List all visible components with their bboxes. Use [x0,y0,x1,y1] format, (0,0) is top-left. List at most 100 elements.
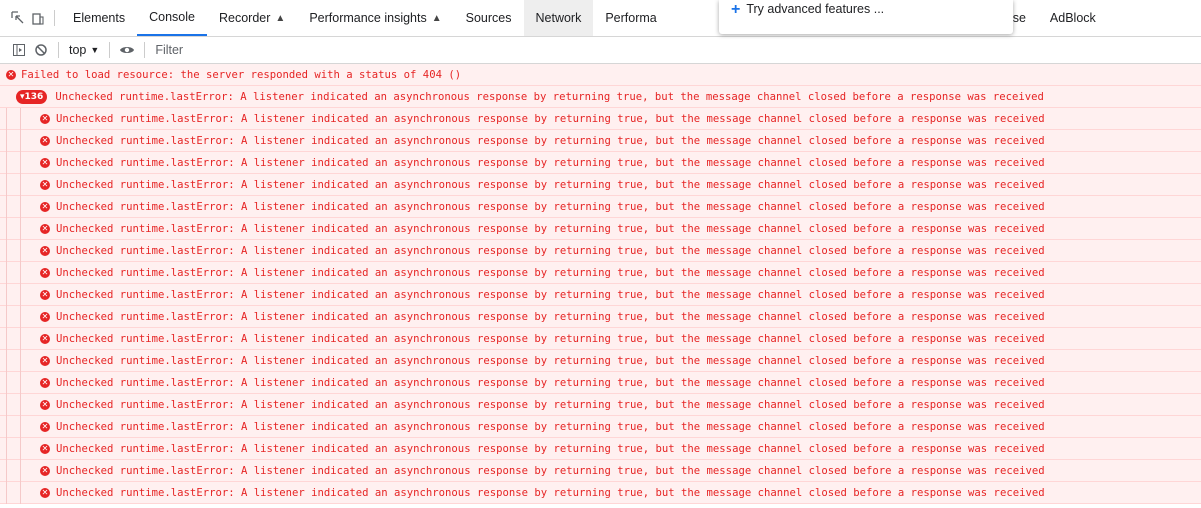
tab-label: Recorder [218,11,271,25]
error-message: Unchecked runtime.lastError: A listener … [56,134,1045,147]
error-icon: ✕ [40,223,50,234]
console-error-row: ✕ Unchecked runtime.lastError: A listener… [0,349,1201,372]
divider [58,42,59,58]
error-icon: ✕ [40,245,50,256]
error-message: Unchecked runtime.lastError: A listener … [56,464,1045,477]
error-message: Unchecked runtime.lastError: A listener … [56,112,1045,125]
devtools-tab-bar: Elements Console Recorder ▲ Performance insi… [0,0,1201,37]
group-indent [0,107,40,130]
more-tools-popup[interactable]: + Try advanced features ... [719,0,1013,34]
group-indent [0,437,40,460]
tab-console[interactable]: Console [137,0,207,36]
error-message: Unchecked runtime.lastError: A listener … [56,178,1045,191]
console-error-row: ✕ Unchecked runtime.lastError: A listener… [0,459,1201,482]
tab-network[interactable]: Network [523,0,594,36]
console-messages: ✕ Failed to load resource: the server re… [0,64,1201,508]
group-indent [0,459,40,482]
error-icon: ✕ [40,465,50,476]
console-error-group[interactable]: ▾136 Unchecked runtime.lastError: A list… [0,86,1201,108]
tab-performance-insights[interactable]: Performance insights ▲ [297,0,453,36]
eye-icon[interactable] [116,39,138,61]
error-icon: ✕ [40,289,50,300]
group-indent [0,393,40,416]
tab-label: Performance insights [309,11,427,25]
error-icon: ✕ [40,311,50,322]
tab-recorder[interactable]: Recorder ▲ [207,0,297,36]
tab-label: Elements [73,11,126,25]
device-toolbar-icon[interactable] [28,8,48,28]
group-indent [0,261,40,284]
error-icon: ✕ [6,69,16,80]
group-indent [0,173,40,196]
group-indent [0,305,40,328]
error-icon: ✕ [40,135,50,146]
error-message: Failed to load resource: the server resp… [21,68,462,81]
error-message: Unchecked runtime.lastError: A listener … [56,332,1045,345]
error-icon: ✕ [40,487,50,498]
experiment-flask-icon: ▲ [275,12,286,24]
console-error-row: ✕ Unchecked runtime.lastError: A listener… [0,151,1201,174]
tab-performa[interactable]: Performa [593,0,656,36]
console-error-row: ✕ Unchecked runtime.lastError: A listener… [0,129,1201,152]
group-indent [0,129,40,152]
experiment-flask-icon: ▲ [431,12,442,24]
filter-input[interactable] [151,43,460,57]
console-error-row: ✕ Unchecked runtime.lastError: A listener… [0,239,1201,262]
error-icon: ✕ [40,443,50,454]
console-error-row: ✕ Unchecked runtime.lastError: A listener… [0,415,1201,438]
group-indent [0,239,40,262]
group-indent [0,371,40,394]
console-error-row: ✕ Unchecked runtime.lastError: A listener… [0,437,1201,460]
console-error-row: ✕ Unchecked runtime.lastError: A listener… [0,217,1201,240]
console-error-row: ✕ Unchecked runtime.lastError: A listener… [0,481,1201,504]
clear-console-icon[interactable] [30,39,52,61]
error-icon: ✕ [40,267,50,278]
group-indent [0,349,40,372]
plus-icon: + [731,1,741,18]
console-error-row: ✕ Failed to load resource: the server re… [0,64,1201,86]
error-message: Unchecked runtime.lastError: A listener … [56,310,1045,323]
tab-adblock[interactable]: AdBlock [1038,0,1108,36]
error-icon: ✕ [40,399,50,410]
group-indent [0,481,40,504]
repeat-count-badge[interactable]: ▾136 [16,89,48,104]
console-error-row: ✕ Unchecked runtime.lastError: A listener… [0,261,1201,284]
console-error-row: ✕ Unchecked runtime.lastError: A listener… [0,327,1201,350]
tab-label: Sources [465,11,512,25]
error-message: Unchecked runtime.lastError: A listener … [56,200,1045,213]
error-message: Unchecked runtime.lastError: A listener … [56,288,1045,301]
console-error-row: ✕ Unchecked runtime.lastError: A listener… [0,107,1201,130]
error-icon: ✕ [40,421,50,432]
tab-label: AdBlock [1049,11,1096,25]
error-icon: ✕ [40,201,50,212]
error-message: Unchecked runtime.lastError: A listener … [56,156,1045,169]
error-message: Unchecked runtime.lastError: A listener … [56,376,1045,389]
error-message: Unchecked runtime.lastError: A listener … [56,222,1045,235]
error-icon: ✕ [40,157,50,168]
error-message: Unchecked runtime.lastError: A listener … [55,90,1044,103]
console-error-row: ✕ Unchecked runtime.lastError: A listener… [0,305,1201,328]
error-message: Unchecked runtime.lastError: A listener … [56,354,1045,367]
caret-down-icon: ▼ [90,45,100,55]
console-error-row: ✕ Unchecked runtime.lastError: A listener… [0,371,1201,394]
group-children: ✕ Unchecked runtime.lastError: A listener… [0,107,1201,504]
popup-label: Try advanced features ... [746,2,885,16]
console-error-row: ✕ Unchecked runtime.lastError: A listener… [0,173,1201,196]
error-icon: ✕ [40,179,50,190]
group-indent [0,415,40,438]
error-message: Unchecked runtime.lastError: A listener … [56,486,1045,499]
sidebar-toggle-icon[interactable] [8,39,30,61]
inspect-element-icon[interactable] [8,8,28,28]
console-toolbar: top ▼ [0,37,1201,64]
tab-sources[interactable]: Sources [454,0,524,36]
tab-elements[interactable]: Elements [61,0,137,36]
context-label: top [69,43,87,57]
group-indent [0,327,40,350]
group-indent [0,195,40,218]
error-message: Unchecked runtime.lastError: A listener … [56,398,1045,411]
error-icon: ✕ [40,333,50,344]
context-selector[interactable]: top ▼ [65,43,103,57]
error-message: Unchecked runtime.lastError: A listener … [56,244,1045,257]
group-indent [0,283,40,306]
tab-label: Performa [605,11,657,25]
